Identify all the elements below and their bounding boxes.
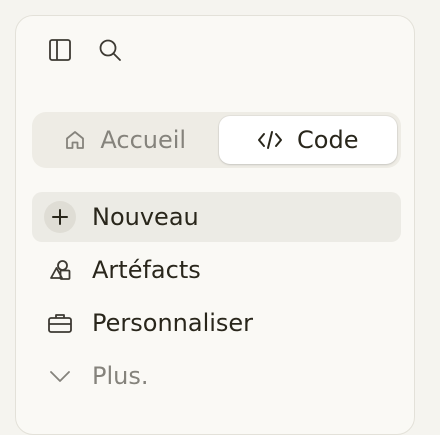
code-icon [258, 131, 283, 149]
tab-code-label: Code [297, 126, 359, 154]
mode-switch: Accueil Code [32, 112, 401, 168]
chevron-down-icon [44, 360, 76, 392]
nav-item-more-label: Plus. [92, 362, 149, 390]
nav-item-new[interactable]: Nouveau [32, 192, 401, 242]
nav-item-more[interactable]: Plus. [32, 351, 401, 401]
search-button[interactable] [96, 36, 124, 64]
tab-home[interactable]: Accueil [36, 116, 215, 164]
nav-item-new-label: Nouveau [92, 203, 199, 231]
nav-item-artifacts[interactable]: Artéfacts [32, 245, 401, 295]
search-icon [99, 39, 121, 61]
sidebar-toggle-icon [49, 39, 71, 61]
artifacts-icon [44, 254, 76, 286]
nav-item-customize[interactable]: Personnaliser [32, 298, 401, 348]
plus-icon-wrap [44, 201, 76, 233]
tab-home-label: Accueil [100, 126, 187, 154]
sidebar-nav: Nouveau Artéfacts Personnaliser Plus. [32, 192, 401, 404]
sidebar-panel: Accueil Code Nouveau Artéfacts Personnal… [15, 15, 415, 435]
sidebar-top-icons [46, 36, 124, 64]
nav-item-artifacts-label: Artéfacts [92, 256, 201, 284]
plus-icon [44, 201, 76, 233]
tab-code[interactable]: Code [218, 116, 397, 164]
nav-item-customize-label: Personnaliser [92, 309, 254, 337]
home-icon [66, 131, 85, 149]
sidebar-toggle-button[interactable] [46, 36, 74, 64]
briefcase-icon [44, 307, 76, 339]
